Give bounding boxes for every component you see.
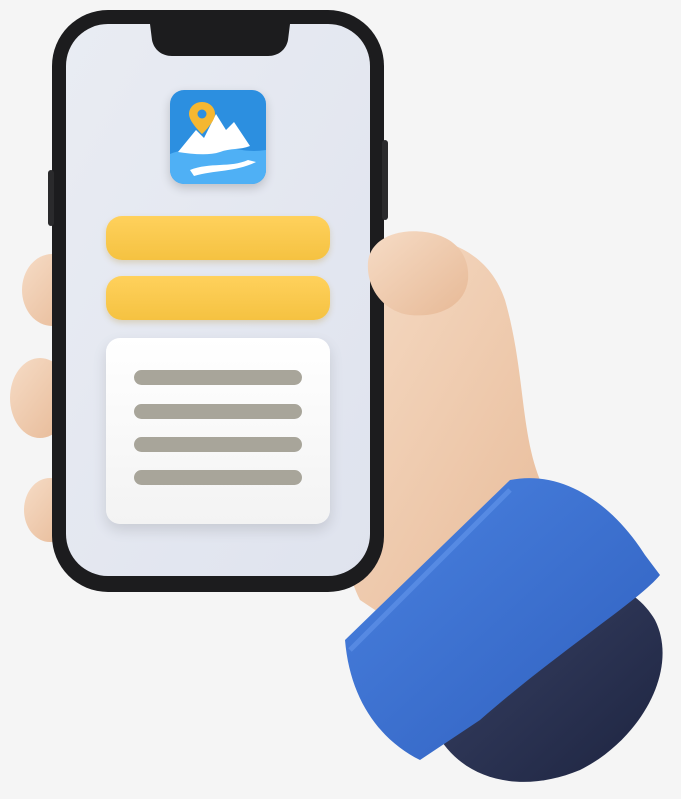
mountain-map-icon[interactable] <box>170 90 266 184</box>
text-line-placeholder <box>134 470 302 485</box>
text-line-placeholder <box>134 404 302 419</box>
content-card <box>106 338 330 524</box>
phone-screen-content <box>66 24 370 576</box>
input-placeholder-2[interactable] <box>106 276 330 320</box>
text-line-placeholder <box>134 370 302 385</box>
text-line-placeholder <box>134 437 302 452</box>
input-placeholder-1[interactable] <box>106 216 330 260</box>
scene <box>0 0 681 799</box>
